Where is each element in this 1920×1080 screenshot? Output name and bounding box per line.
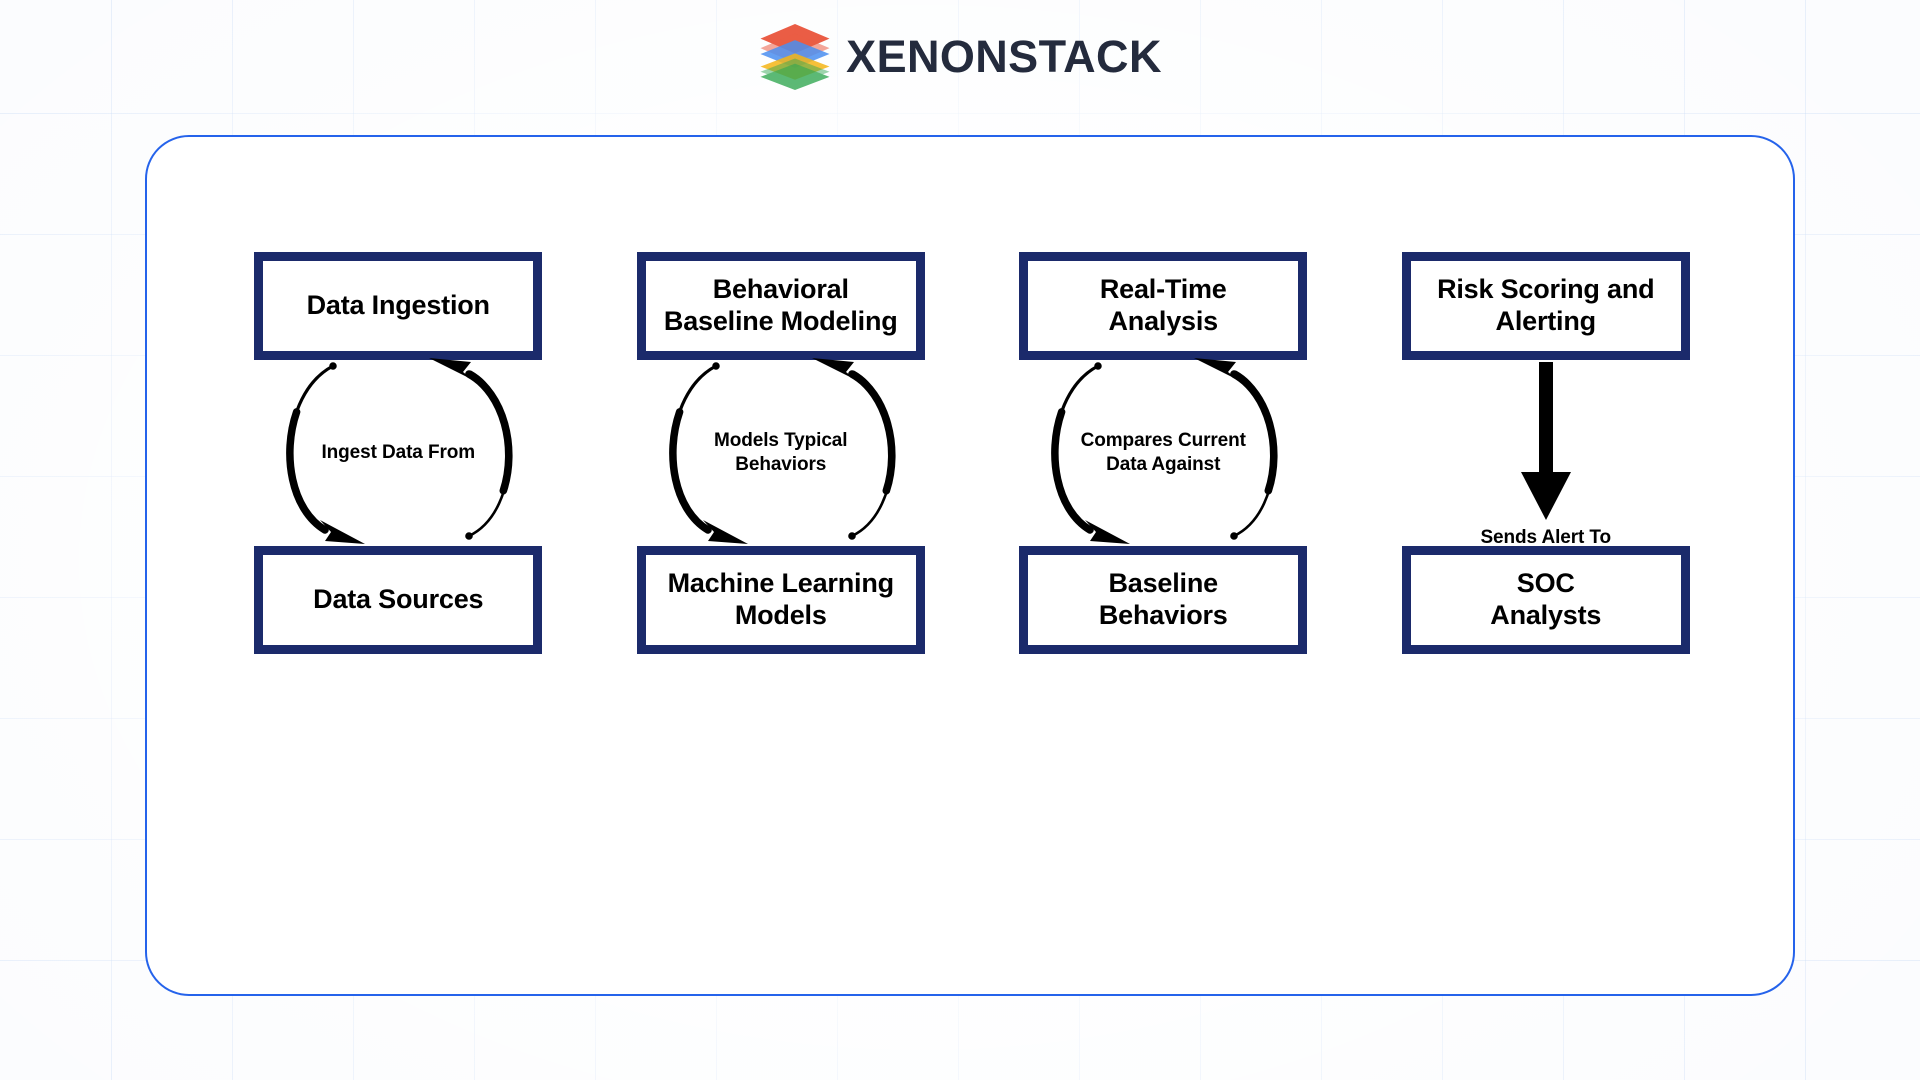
node-label: Real-Time Analysis bbox=[1100, 274, 1227, 338]
node-label-line2: Alerting bbox=[1495, 306, 1597, 336]
flow-column-risk-scoring-and-alerting: Risk Scoring and Alerting Sends Alert To… bbox=[1355, 252, 1738, 762]
node-baseline-behaviors[interactable]: Baseline Behaviors bbox=[1019, 546, 1308, 654]
straight-arrow-connector-sends-alert: Sends Alert To bbox=[1402, 360, 1690, 548]
node-label: Machine Learning Models bbox=[667, 568, 895, 632]
node-label-line1: SOC bbox=[1516, 568, 1575, 599]
flow-column-behavioral-baseline-modeling: Behavioral Baseline Modeling Models Typi… bbox=[590, 252, 973, 762]
node-data-ingestion[interactable]: Data Ingestion bbox=[254, 252, 543, 360]
brand-header: XENONSTACK bbox=[0, 14, 1920, 100]
node-label-line1: Risk Scoring and bbox=[1437, 274, 1655, 305]
flow-column-data-ingestion: Data Ingestion Ingest Data From Data Sou… bbox=[207, 252, 590, 762]
connector-label-line1: Compares Current bbox=[1080, 429, 1246, 451]
connector-label: Compares Current Data Against bbox=[1063, 429, 1263, 478]
node-soc-analysts[interactable]: SOC Analysts bbox=[1401, 546, 1690, 654]
cycle-connector-compares-current: Compares Current Data Against bbox=[1019, 358, 1307, 546]
node-machine-learning-models[interactable]: Machine Learning Models bbox=[636, 546, 925, 654]
node-label: Risk Scoring and Alerting bbox=[1437, 274, 1655, 338]
node-label-line1: Real-Time bbox=[1099, 274, 1227, 305]
node-data-sources[interactable]: Data Sources bbox=[254, 546, 543, 654]
node-label-line2: Models bbox=[734, 600, 827, 630]
flow-column-real-time-analysis: Real-Time Analysis Compares Current Data… bbox=[972, 252, 1355, 762]
node-label-line1: Baseline bbox=[1108, 568, 1219, 599]
node-label-line1: Machine Learning bbox=[667, 568, 895, 599]
connector-label-line2: Behaviors bbox=[735, 454, 827, 475]
brand-name: XENONSTACK bbox=[846, 31, 1162, 82]
node-real-time-analysis[interactable]: Real-Time Analysis bbox=[1019, 252, 1308, 360]
connector-label: Models Typical Behaviors bbox=[681, 429, 881, 478]
cycle-connector-models-typical: Models Typical Behaviors bbox=[637, 358, 925, 546]
node-label: Behavioral Baseline Modeling bbox=[664, 274, 898, 338]
node-label-line2: Baseline Modeling bbox=[663, 306, 898, 336]
node-label-line2: Analysis bbox=[1108, 306, 1219, 336]
node-label: Baseline Behaviors bbox=[1099, 568, 1228, 632]
connector-label-line1: Models Typical bbox=[714, 429, 848, 451]
node-label-line2: Analysts bbox=[1490, 600, 1602, 630]
node-label-line2: Behaviors bbox=[1098, 600, 1228, 630]
arrow-down-icon bbox=[1520, 362, 1571, 520]
node-label: Data Ingestion bbox=[306, 290, 490, 321]
node-behavioral-baseline-modeling[interactable]: Behavioral Baseline Modeling bbox=[636, 252, 925, 360]
node-label: SOC Analysts bbox=[1490, 568, 1601, 632]
diagram-card: Data Ingestion Ingest Data From Data Sou… bbox=[145, 135, 1795, 996]
node-label: Data Sources bbox=[313, 584, 484, 615]
flow-diagram: Data Ingestion Ingest Data From Data Sou… bbox=[207, 252, 1737, 762]
connector-label: Ingest Data From bbox=[321, 441, 476, 463]
connector-label: Sends Alert To bbox=[1480, 526, 1612, 548]
stacked-layers-logo-icon bbox=[760, 23, 830, 91]
cycle-connector-ingest: Ingest Data From bbox=[254, 358, 542, 546]
node-risk-scoring-and-alerting[interactable]: Risk Scoring and Alerting bbox=[1401, 252, 1690, 360]
connector-label-line2: Data Against bbox=[1106, 454, 1221, 475]
node-label-line1: Behavioral bbox=[712, 274, 849, 305]
